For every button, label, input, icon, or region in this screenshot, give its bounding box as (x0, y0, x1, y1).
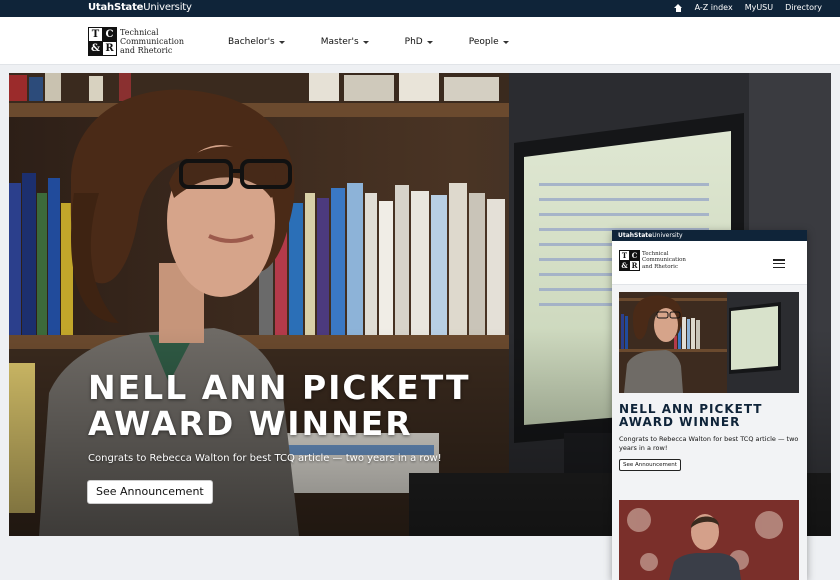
logo-text: Technical Communication and Rhetoric (120, 28, 184, 55)
mobile-hero-subtitle: Congrats to Rebecca Walton for best TCQ … (619, 435, 799, 452)
mobile-site-logo[interactable]: T C & R Technical Communication and Rhet… (619, 250, 686, 271)
hero-title-line-2: AWARD WINNER (88, 404, 413, 443)
university-wordmark[interactable]: UtahStateUniversity (88, 2, 192, 13)
utility-link-directory[interactable]: Directory (785, 3, 822, 12)
nav-label-bachelors: Bachelor's (228, 37, 275, 47)
logo-line-1: Technical (120, 28, 159, 37)
mobile-tcr-logo-mark: T C & R (619, 250, 640, 271)
hero-title: NELL ANN PICKETT AWARD WINNER (88, 370, 508, 442)
mobile-logo-letter-amp: & (620, 261, 629, 270)
mobile-hero-photo (619, 292, 799, 393)
mobile-logo-line-3: and Rhetoric (642, 263, 679, 270)
mobile-logo-letter-t: T (620, 251, 629, 260)
mobile-wordmark-light: University (652, 232, 683, 239)
mobile-header: T C & R Technical Communication and Rhet… (612, 241, 807, 285)
nav-item-phd[interactable]: PhD (405, 37, 433, 47)
mobile-second-feature-photo (619, 500, 799, 580)
mobile-logo-letter-r: R (630, 261, 639, 270)
mobile-wordmark-bold: UtahState (618, 232, 653, 239)
hero-title-line-1: NELL ANN PICKETT (88, 368, 471, 407)
utility-nav: A-Z index MyUSU Directory (673, 3, 822, 12)
logo-letter-t: T (89, 28, 102, 41)
mobile-see-announcement-button[interactable]: See Announcement (619, 459, 681, 471)
utility-link-myusu[interactable]: MyUSU (745, 3, 773, 12)
mobile-logo-letter-c: C (630, 251, 639, 260)
chevron-down-icon (426, 40, 433, 44)
see-announcement-button[interactable]: See Announcement (87, 480, 213, 504)
mobile-logo-text: Technical Communication and Rhetoric (642, 251, 686, 271)
nav-item-bachelors[interactable]: Bachelor's (228, 37, 285, 47)
nav-label-phd: PhD (404, 37, 423, 47)
site-logo[interactable]: T C & R Technical Communication and Rhet… (88, 27, 184, 56)
chevron-down-icon (278, 40, 285, 44)
nav-label-masters: Master's (320, 37, 359, 47)
mobile-hero-title-line-2: AWARD WINNER (619, 415, 741, 429)
logo-letter-c: C (103, 28, 116, 41)
mobile-university-topbar: UtahStateUniversity (612, 230, 807, 241)
logo-line-2: Communication (120, 37, 184, 46)
nav-label-people: People (468, 37, 499, 47)
nav-item-masters[interactable]: Master's (321, 37, 369, 47)
hamburger-menu-icon[interactable] (773, 259, 785, 268)
utility-link-az-index[interactable]: A-Z index (695, 3, 733, 12)
mobile-logo-line-2: Communication (642, 257, 686, 264)
home-icon[interactable] (673, 3, 683, 12)
mobile-hero-title: NELL ANN PICKETT AWARD WINNER (619, 403, 799, 429)
main-nav: Bachelor's Master's PhD People (228, 37, 509, 47)
university-wordmark-bold: UtahState (88, 2, 144, 13)
nav-item-people[interactable]: People (469, 37, 509, 47)
logo-letter-amp: & (89, 42, 102, 55)
university-wordmark-light: University (143, 2, 192, 13)
chevron-down-icon (502, 40, 509, 44)
site-header: T C & R Technical Communication and Rhet… (0, 17, 840, 65)
hero-subtitle: Congrats to Rebecca Walton for best TCQ … (88, 453, 442, 464)
logo-line-3: and Rhetoric (120, 46, 173, 55)
university-topbar: UtahStateUniversity A-Z index MyUSU Dire… (0, 0, 840, 17)
chevron-down-icon (362, 40, 369, 44)
mobile-preview: UtahStateUniversity T C & R Technical Co… (612, 230, 807, 580)
logo-letter-r: R (103, 42, 116, 55)
tcr-logo-mark: T C & R (88, 27, 117, 56)
